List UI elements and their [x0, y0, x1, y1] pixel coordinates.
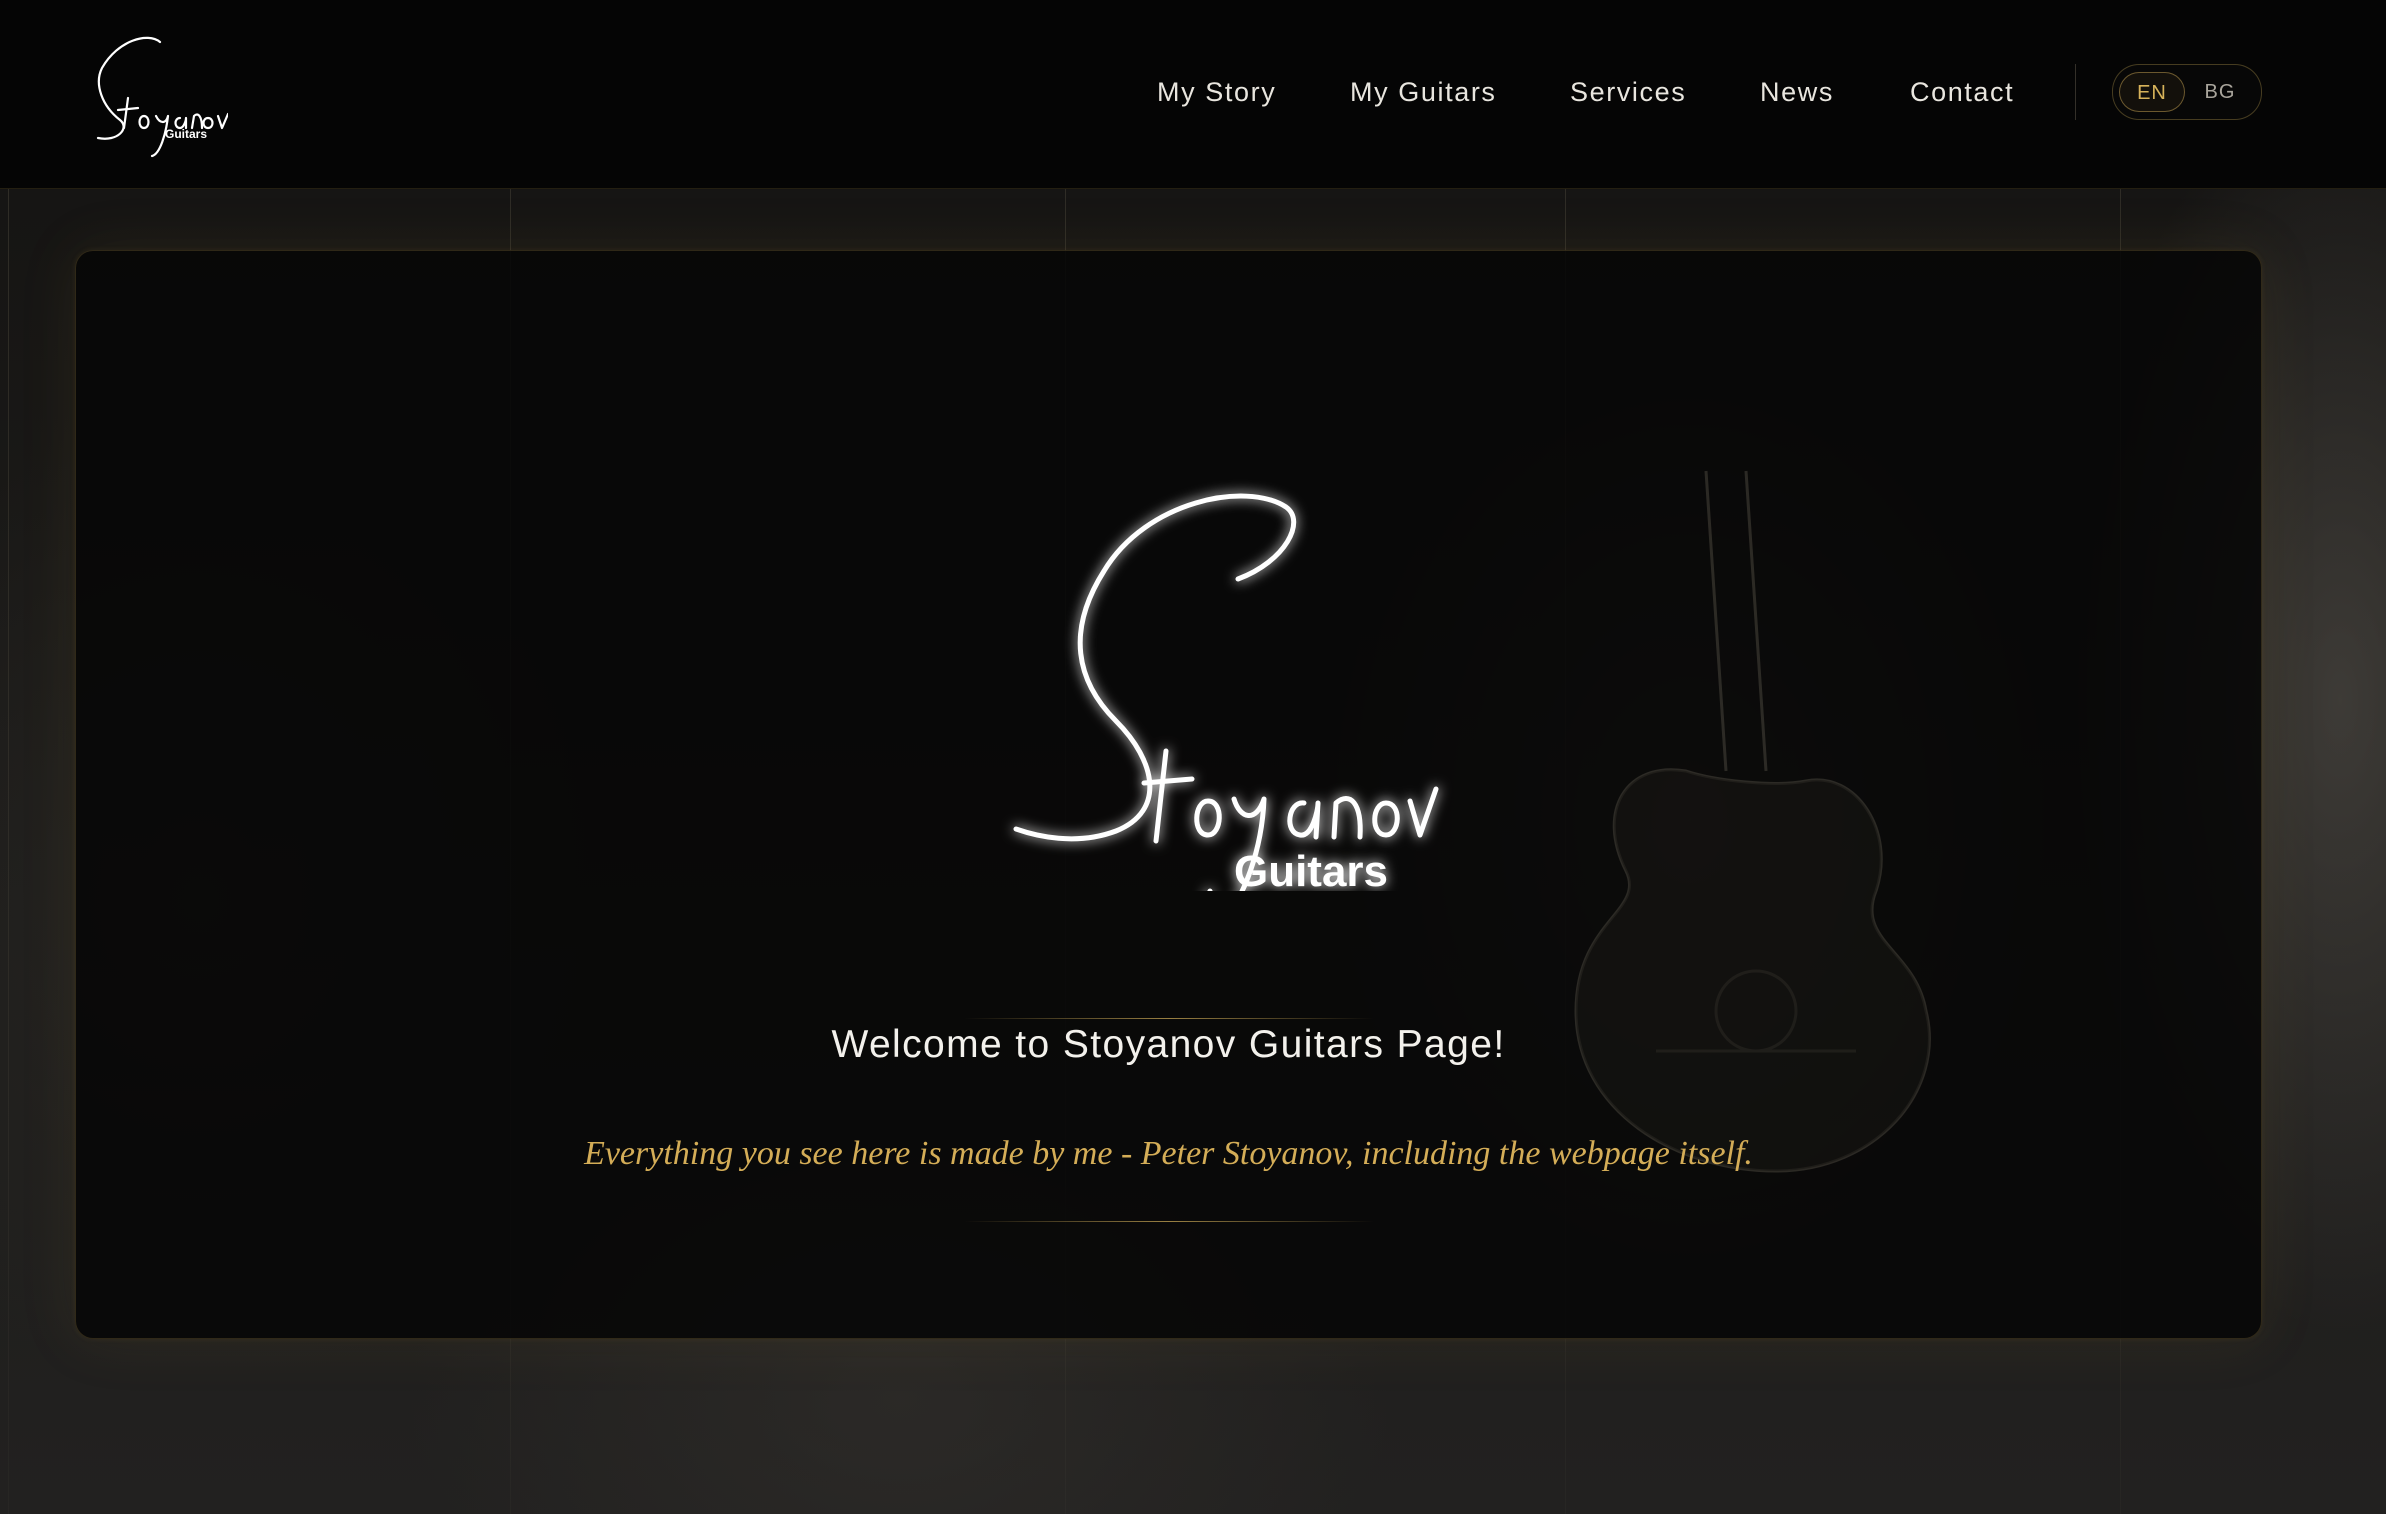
nav-divider — [2075, 64, 2076, 120]
nav-services[interactable]: Services — [1570, 70, 1686, 114]
hero-title: Welcome to Stoyanov Guitars Page! — [831, 1023, 1506, 1066]
svg-text:Guitars: Guitars — [1234, 847, 1388, 891]
nav-my-guitars[interactable]: My Guitars — [1350, 70, 1497, 114]
subtitle-divider-bottom — [964, 1221, 1374, 1222]
language-en-button[interactable]: EN — [2119, 72, 2185, 112]
background-line — [8, 188, 9, 1514]
svg-text:Guitars: Guitars — [165, 127, 207, 141]
language-switcher: EN BG — [2112, 64, 2262, 120]
hero-brand-logo: Guitars — [1013, 493, 1439, 891]
site-header: Guitars My Story My Guitars Services New… — [0, 0, 2386, 189]
nav-my-story[interactable]: My Story — [1157, 70, 1276, 114]
nav-contact[interactable]: Contact — [1910, 70, 2014, 114]
language-bg-button[interactable]: BG — [2187, 72, 2253, 112]
hero-subtitle: Everything you see here is made by me - … — [584, 1135, 1753, 1172]
brand-logo[interactable]: Guitars — [88, 28, 228, 164]
page: Guitars My Story My Guitars Services New… — [0, 0, 2386, 1514]
nav-news[interactable]: News — [1760, 70, 1834, 114]
hero-card: Guitars Welcome to Stoyanov Guitars Page… — [75, 250, 2262, 1339]
